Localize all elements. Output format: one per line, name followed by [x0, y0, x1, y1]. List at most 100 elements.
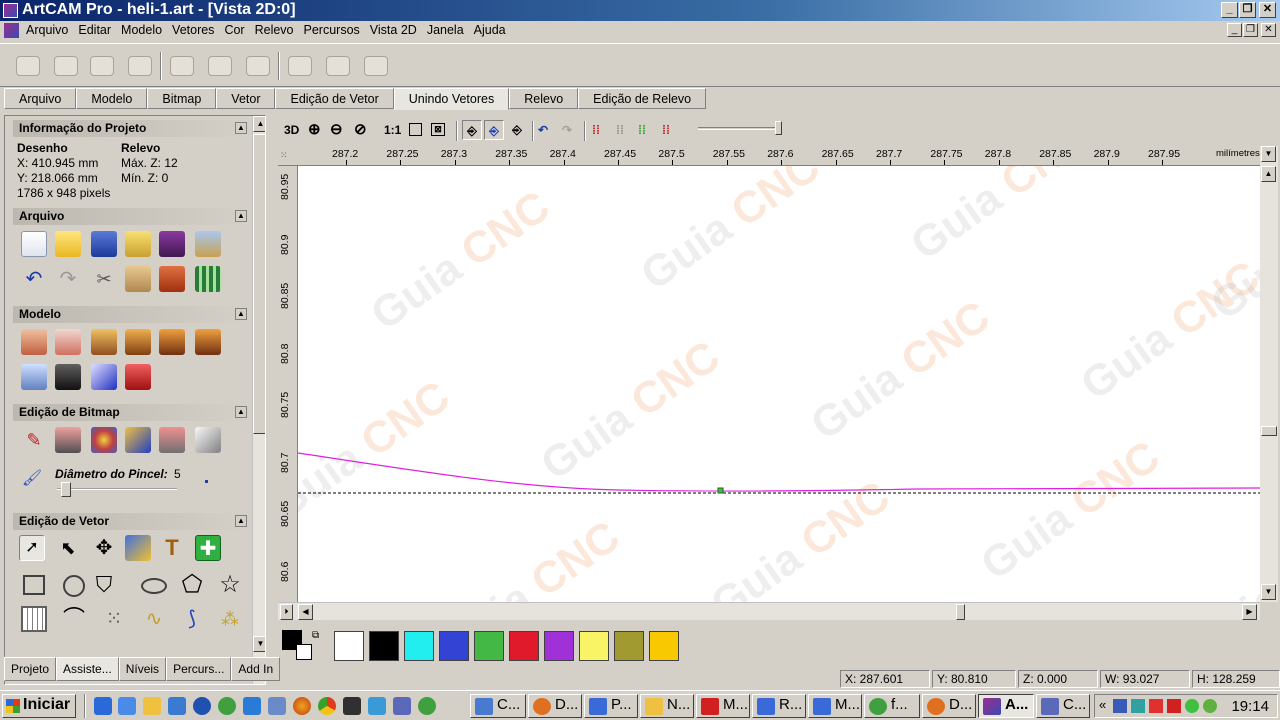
tutorial-icon[interactable] — [195, 231, 221, 257]
layer-view-2-icon[interactable]: ⎆ — [484, 120, 504, 140]
app-window-icon[interactable] — [393, 697, 411, 715]
panel-scroll-thumb[interactable] — [253, 134, 265, 434]
tab-arquivo[interactable]: Arquivo — [4, 88, 77, 109]
menu-vista-2d[interactable]: Vista 2D — [370, 23, 422, 37]
app-a-icon[interactable] — [243, 697, 261, 715]
text-tool-icon[interactable]: T — [159, 535, 185, 561]
model-tool-icon[interactable] — [125, 364, 151, 390]
color-swatch[interactable] — [439, 631, 469, 661]
firefox-icon[interactable] — [293, 697, 311, 715]
nodes-icon[interactable]: ⁙ — [101, 606, 127, 632]
clock[interactable]: 19:14 — [1231, 698, 1269, 715]
zoom-out-icon[interactable]: ⊖ — [330, 120, 343, 140]
panel-tab-assistente[interactable]: Assiste... — [56, 657, 119, 681]
collapse-icon[interactable]: ▲ — [235, 122, 247, 134]
tab-edicao-de-relevo[interactable]: Edição de Relevo — [578, 88, 707, 109]
menu-editar[interactable]: Editar — [78, 23, 116, 37]
internet-explorer-icon[interactable] — [94, 697, 112, 715]
model-origin-icon[interactable] — [91, 329, 117, 355]
canvas-scroll-down-icon[interactable]: ▼ — [1261, 584, 1276, 600]
layer-view-3-icon[interactable]: ⎆ — [508, 120, 526, 140]
gradient-icon[interactable] — [195, 427, 221, 453]
bezier-icon[interactable]: ⟆ — [179, 606, 205, 632]
vetor-section-header[interactable]: Edição de Vetor ▲ — [13, 513, 249, 530]
pencil-icon[interactable]: ✎ — [21, 427, 47, 453]
network-icon[interactable] — [368, 697, 386, 715]
tab-vetor[interactable]: Vetor — [216, 88, 276, 109]
panel-tab-add-in[interactable]: Add In — [231, 657, 281, 681]
mdi-close-button[interactable]: ✕ — [1261, 23, 1276, 37]
node-edit-icon[interactable]: ⬉ — [55, 535, 81, 561]
messenger-icon[interactable] — [218, 697, 236, 715]
menu-janela[interactable]: Janela — [427, 23, 469, 37]
car-app-icon[interactable] — [343, 697, 361, 715]
shading-slider[interactable] — [775, 121, 782, 135]
color-swatch[interactable] — [369, 631, 399, 661]
folder-icon[interactable] — [143, 697, 161, 715]
menu-vetores[interactable]: Vetores — [172, 23, 219, 37]
spiral-icon[interactable]: ⁂ — [217, 606, 243, 632]
taskbar-item-2[interactable]: D... — [528, 694, 582, 718]
tray-antivirus-icon[interactable] — [1167, 699, 1181, 713]
scroll-up-icon[interactable]: ▲ — [253, 116, 265, 132]
modelo-section-header[interactable]: Modelo ▲ — [13, 306, 249, 323]
paste-icon[interactable] — [159, 266, 185, 292]
zoom-in-icon[interactable]: ⊕ — [308, 120, 321, 140]
tray-messenger-icon[interactable] — [1203, 699, 1217, 713]
swap-colors-icon[interactable]: ⧉ — [312, 630, 319, 641]
snap-grid-icon[interactable]: ⁞⁞ — [592, 120, 600, 140]
color-swatch[interactable] — [579, 631, 609, 661]
panel-tab-percursos[interactable]: Percurs... — [166, 657, 232, 681]
taskbar-item-5[interactable]: M... — [696, 694, 750, 718]
import-icon[interactable] — [125, 231, 151, 257]
model-offset-icon[interactable] — [125, 329, 151, 355]
color-swatch[interactable] — [334, 631, 364, 661]
color-swatch[interactable] — [614, 631, 644, 661]
canvas-scroll-up-icon[interactable]: ▲ — [1261, 166, 1276, 182]
color-swatch[interactable] — [649, 631, 679, 661]
panel-scrollbar[interactable]: ▲ ▼ — [252, 116, 265, 684]
menu-modelo[interactable]: Modelo — [121, 23, 167, 37]
border-tool-icon[interactable] — [21, 606, 47, 632]
view-redo-icon[interactable]: ↷ — [562, 120, 572, 140]
palette-icon[interactable] — [91, 427, 117, 453]
show-grid-icon[interactable]: ⁞⁞ — [616, 120, 624, 140]
transform-icon[interactable]: ✥ — [91, 535, 117, 561]
collapse-icon[interactable]: ▲ — [235, 515, 247, 527]
measure-icon[interactable] — [125, 535, 151, 561]
snap-guides-icon[interactable]: ⁞⁞ — [662, 120, 670, 140]
flood-fill-icon[interactable] — [159, 427, 185, 453]
tray-security-icon[interactable] — [1149, 699, 1163, 713]
color-swatch[interactable] — [509, 631, 539, 661]
drawing-canvas[interactable]: Guia CNCGuia CNCGuia CNCGuia CNCGuia CNC… — [298, 166, 1260, 602]
join-tool-4-icon[interactable] — [128, 56, 152, 76]
tray-chat-icon[interactable] — [1185, 699, 1199, 713]
guides-icon[interactable]: ⁞⁞ — [638, 120, 646, 140]
zoom-box-icon[interactable]: ⊠ — [431, 123, 445, 136]
model-resolution-icon[interactable] — [55, 329, 81, 355]
color-swatch[interactable] — [544, 631, 574, 661]
join-tool-1-icon[interactable] — [16, 56, 40, 76]
project-info-header[interactable]: Informação do Projeto ▲ — [13, 120, 249, 137]
tab-bitmap[interactable]: Bitmap — [147, 88, 217, 109]
minimize-button[interactable]: _ — [1221, 2, 1238, 18]
brush-fill-icon[interactable] — [55, 427, 81, 453]
brush-diameter-slider[interactable] — [61, 482, 71, 497]
ellipse-icon[interactable] — [141, 578, 167, 594]
model-mirror-icon[interactable] — [159, 329, 185, 355]
fit-arc-tool-icon[interactable] — [246, 56, 270, 76]
copy-icon[interactable] — [125, 266, 151, 292]
layers-icon[interactable] — [91, 364, 117, 390]
tray-app-icon[interactable] — [1131, 699, 1145, 713]
arc-icon[interactable]: ⌒ — [61, 606, 87, 632]
taskbar-item-11[interactable]: C... — [1036, 694, 1090, 718]
brushes-icon[interactable] — [125, 427, 151, 453]
star-icon[interactable]: ☆ — [217, 572, 243, 598]
taskbar-item-1[interactable]: C... — [470, 694, 526, 718]
cut-icon[interactable]: ✂ — [91, 266, 117, 292]
rectangle-icon[interactable] — [23, 575, 45, 595]
join-tool-3-icon[interactable] — [90, 56, 114, 76]
taskbar-item-3[interactable]: P... — [584, 694, 638, 718]
media-player-icon[interactable] — [193, 697, 211, 715]
secondary-color-swatch[interactable] — [296, 644, 312, 660]
